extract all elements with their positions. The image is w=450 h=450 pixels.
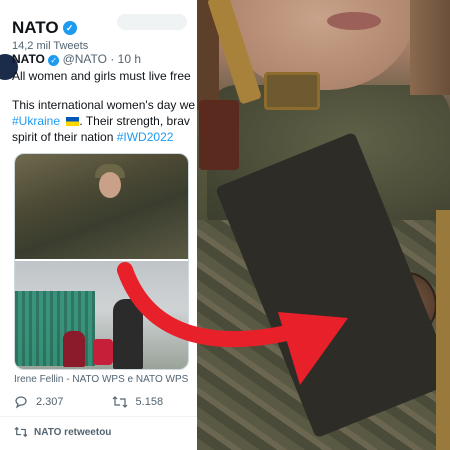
tweet-line-2: This international women's day we xyxy=(12,98,196,112)
tweet-author[interactable]: NATO xyxy=(12,52,45,66)
retweet-icon xyxy=(14,426,28,438)
tweet-line-4: spirit of their nation #IWD2022 xyxy=(12,130,174,144)
reply-count: 2.307 xyxy=(36,396,64,408)
twitter-panel: NATO ✓ 14,2 mil Tweets NATO ✓ @NATO · 10… xyxy=(0,0,197,450)
tweet-media[interactable] xyxy=(14,153,189,370)
lips xyxy=(327,12,381,30)
media-caption[interactable]: Irene Fellin - NATO WPS e NATO WPS xyxy=(14,374,188,385)
tweet-line-1: All women and girls must live free xyxy=(12,69,191,83)
media-photo-soldier[interactable] xyxy=(15,154,188,259)
verified-badge-icon: ✓ xyxy=(48,55,60,66)
face xyxy=(99,172,121,198)
reply-button[interactable]: 2.307 xyxy=(14,395,64,409)
bag xyxy=(93,339,113,365)
search-bar[interactable] xyxy=(117,14,187,30)
retweeted-by[interactable]: NATO retweetou xyxy=(14,426,111,438)
retweet-icon xyxy=(112,396,127,408)
ukraine-flag-emoji xyxy=(66,117,80,127)
retweet-button[interactable]: 5.158 xyxy=(112,395,164,409)
child xyxy=(63,331,85,367)
reply-icon xyxy=(15,396,27,409)
zoomed-photo xyxy=(197,0,450,450)
tweet-actions: 2.307 5.158 xyxy=(14,395,163,409)
verified-badge-icon: ✓ xyxy=(62,21,77,35)
media-photo-border[interactable] xyxy=(15,261,188,369)
buckle xyxy=(264,72,320,110)
profile-header-name: NATO ✓ xyxy=(12,18,77,38)
tweet-time[interactable]: · 10 h xyxy=(110,52,141,66)
hashtag-ukraine[interactable]: #Ukraine xyxy=(12,114,60,128)
rifle-stock xyxy=(199,100,239,170)
tweet-meta: NATO ✓ @NATO · 10 h xyxy=(12,52,141,66)
hair xyxy=(410,0,450,95)
strap xyxy=(436,210,450,450)
hashtag-iwd2022[interactable]: #IWD2022 xyxy=(117,130,174,144)
person xyxy=(113,299,143,369)
tweet-line-3: #Ukraine . Their strength, brav xyxy=(12,114,190,128)
retweet-count: 5.158 xyxy=(135,396,164,408)
tweet-handle[interactable]: @NATO xyxy=(63,52,107,66)
divider xyxy=(0,416,197,417)
tweet-count: 14,2 mil Tweets xyxy=(12,40,89,52)
